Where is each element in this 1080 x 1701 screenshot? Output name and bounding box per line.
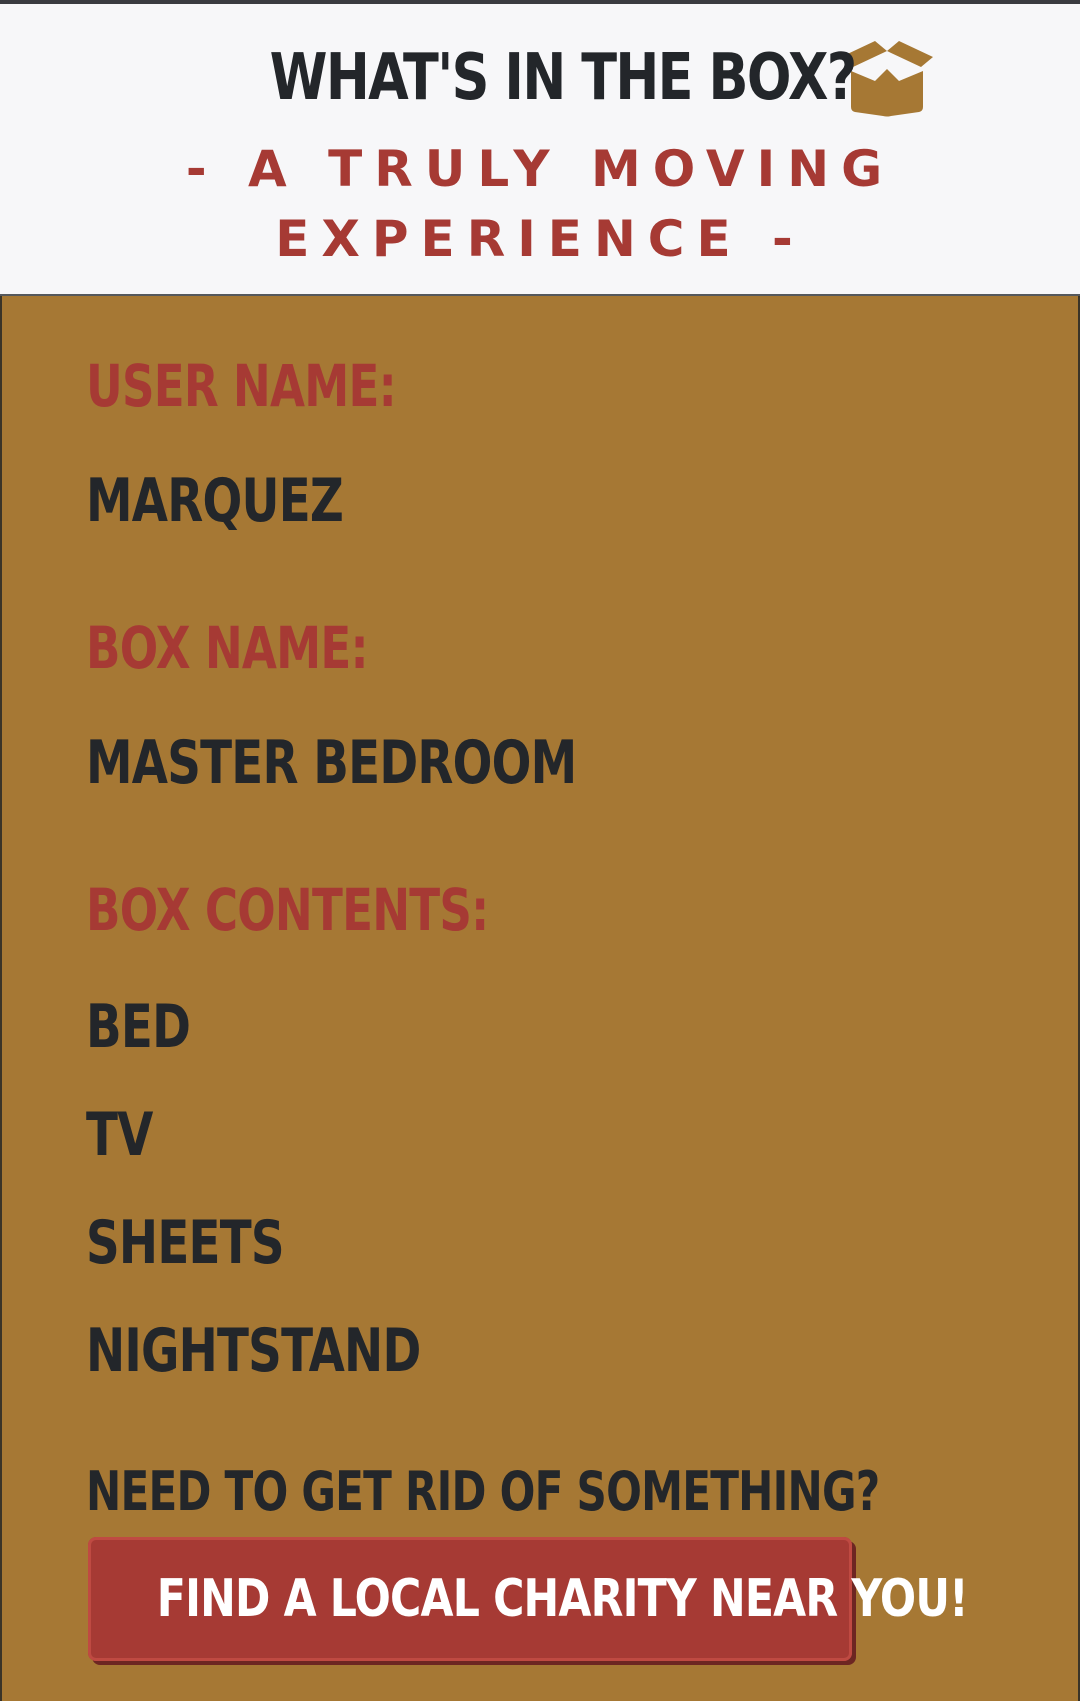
find-charity-button-label: FIND A LOCAL CHARITY NEAR YOU! bbox=[156, 1569, 969, 1629]
box-name-value: MASTER BEDROOM bbox=[86, 728, 577, 798]
user-name-value: MARQUEZ bbox=[86, 466, 344, 536]
tagline: - A TRULY MOVING EXPERIENCE - bbox=[0, 134, 1080, 274]
title-row: WHAT'S IN THE BOX? bbox=[0, 36, 1080, 120]
user-name-label: USER NAME: bbox=[86, 352, 397, 420]
content-item-nightstand: NIGHTSTAND bbox=[86, 1316, 421, 1386]
content-item-tv: TV bbox=[86, 1100, 153, 1170]
find-charity-button[interactable]: FIND A LOCAL CHARITY NEAR YOU! bbox=[88, 1537, 969, 1661]
tagline-line-2: EXPERIENCE - bbox=[275, 210, 805, 268]
content-item-sheets: SHEETS bbox=[86, 1208, 285, 1278]
box-name-label: BOX NAME: bbox=[86, 614, 369, 682]
page-title: WHAT'S IN THE BOX? bbox=[269, 41, 858, 115]
charity-prompt: NEED TO GET RID OF SOMETHING? bbox=[86, 1460, 880, 1523]
box-contents-label: BOX CONTENTS: bbox=[86, 876, 489, 944]
site-header: WHAT'S IN THE BOX? - A TRULY MOVING EXPE… bbox=[0, 4, 1080, 296]
content-item-bed: BED bbox=[86, 992, 191, 1062]
tagline-line-1: - A TRULY MOVING bbox=[185, 140, 895, 198]
